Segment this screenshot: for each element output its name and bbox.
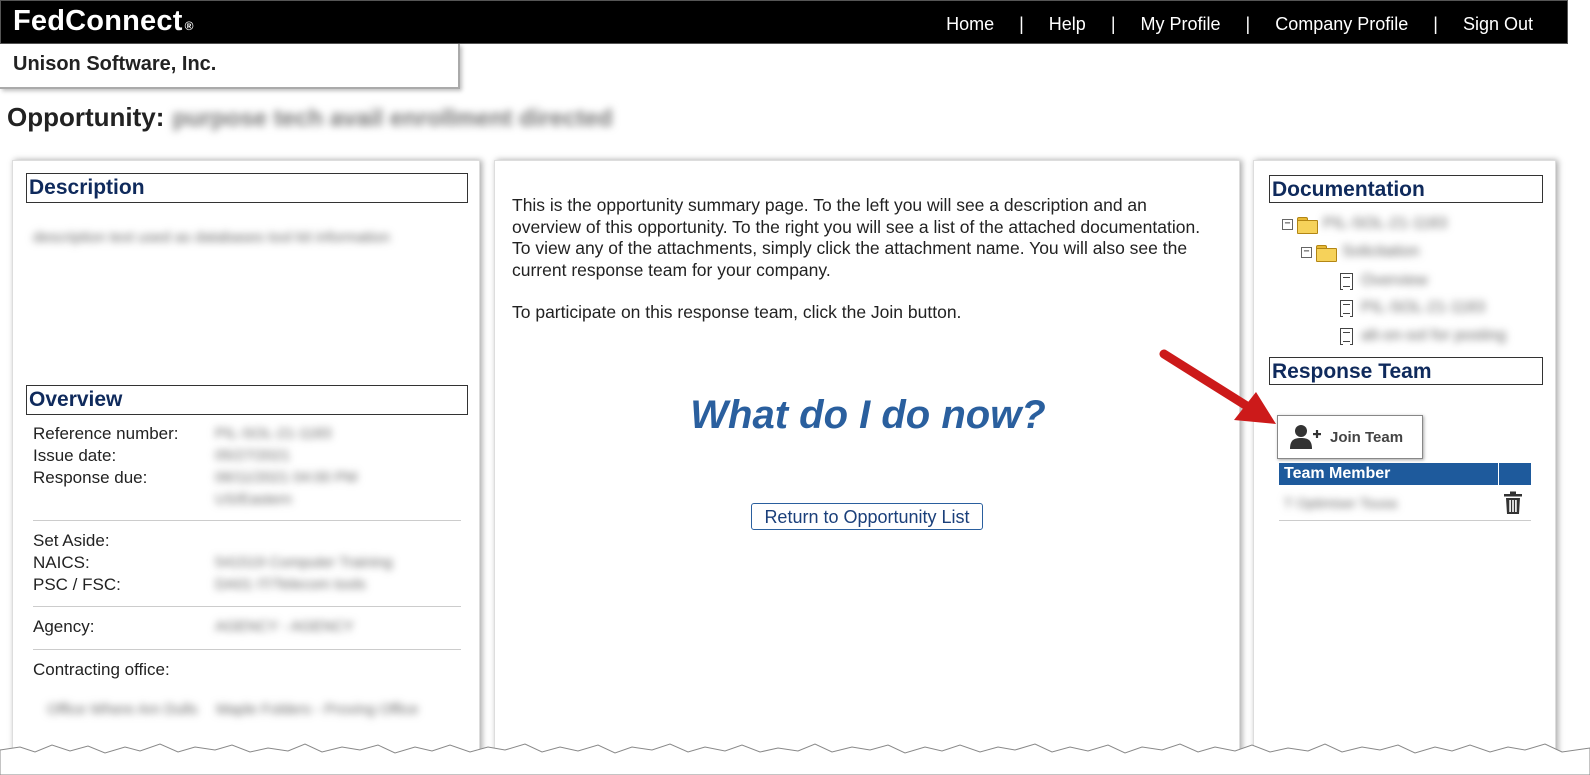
nav-company-profile-link[interactable]: Company Profile [1275, 14, 1408, 35]
what-now-heading: What do I do now? [690, 393, 1046, 437]
page-title: Opportunity: purpose tech avail enrollmen… [7, 102, 613, 133]
brand-registered-mark: ® [184, 19, 194, 33]
brand-name: FedConnect [13, 5, 183, 37]
overview-row: Reference number: PIL-SOL-21-1183 [33, 423, 461, 445]
nav-separator: | [1433, 14, 1438, 34]
nav-separator: | [1019, 14, 1024, 34]
tree-file[interactable]: PIL-SOL-21-1183 [1340, 297, 1485, 319]
overview-row: NAICS: 541519 Computer Training [33, 552, 461, 574]
document-icon [1340, 299, 1353, 317]
response-due-timezone-label [33, 489, 215, 511]
table-row: T Optimiser Tousa [1279, 485, 1531, 521]
opportunity-name-redacted: purpose tech avail enrollment directed [172, 105, 613, 132]
response-due-value: 06/11/2021 04:00 PM [215, 469, 358, 486]
document-icon [1340, 327, 1353, 345]
nav-sign-out-link[interactable]: Sign Out [1463, 14, 1533, 35]
tree-label[interactable]: Solicitation [1342, 243, 1419, 261]
user-plus-icon [1290, 425, 1321, 449]
brand-logo[interactable]: FedConnect ® [13, 5, 194, 38]
join-team-label: Join Team [1330, 428, 1404, 446]
collapse-toggle-icon[interactable]: − [1282, 218, 1293, 230]
actions-column-header [1499, 463, 1531, 485]
document-icon [1340, 272, 1353, 290]
psc-fsc-label: PSC / FSC: [33, 575, 121, 594]
contracting-office-line: Office Where Am Dulls [47, 701, 198, 718]
nav-home-link[interactable]: Home [946, 14, 994, 35]
folder-icon [1297, 216, 1318, 234]
description-title: Description [26, 173, 468, 203]
join-instructions: To participate on this response team, cl… [512, 302, 962, 322]
overview-row: Contracting office: [33, 659, 461, 681]
description-text-redacted: description text used as databases tool … [33, 229, 390, 246]
reference-number-label: Reference number: [33, 424, 179, 443]
team-member-table: Team Member T Optimiser Tousa [1279, 463, 1531, 521]
contracting-office-line: Maple Folders - Proving Office [216, 701, 419, 718]
trash-icon[interactable] [1503, 491, 1523, 515]
documentation-title: Documentation [1269, 175, 1543, 203]
overview-row: Issue date: 05/27/2021 [33, 445, 461, 467]
psc-fsc-value: DA01 IT/Telecom tools [215, 576, 366, 593]
agency-label: Agency: [33, 617, 95, 636]
tree-file[interactable]: alt-on-sol for posting [1340, 325, 1506, 347]
middle-panel: This is the opportunity summary page. To… [494, 160, 1240, 775]
tree-folder-solicitation[interactable]: − Solicitation [1301, 241, 1419, 263]
overview-row: PSC / FSC: DA01 IT/Telecom tools [33, 574, 461, 596]
return-to-opportunity-list-button[interactable]: Return to Opportunity List [751, 503, 983, 530]
summary-paragraph: This is the opportunity summary page. To… [512, 195, 1201, 280]
reference-number-value: PIL-SOL-21-1183 [215, 425, 332, 442]
overview-group-agency: Agency: AGENCY - AGENCY [33, 616, 461, 650]
left-panel: Description description text used as dat… [12, 160, 480, 775]
attachment-link[interactable]: PIL-SOL-21-1183 [1361, 299, 1485, 317]
agency-value: AGENCY - AGENCY [215, 618, 354, 635]
response-due-label: Response due: [33, 468, 148, 487]
overview-group-classification: Set Aside: NAICS: 541519 Computer Traini… [33, 530, 461, 607]
overview-row: Set Aside: [33, 530, 461, 552]
table-header: Team Member [1279, 463, 1531, 485]
overview-group-dates: Reference number: PIL-SOL-21-1183 Issue … [33, 423, 461, 521]
set-aside-label: Set Aside: [33, 531, 110, 550]
join-team-button[interactable]: Join Team [1277, 415, 1423, 459]
issue-date-label: Issue date: [33, 446, 117, 465]
nav-help-link[interactable]: Help [1049, 14, 1086, 35]
collapse-toggle-icon[interactable]: − [1301, 246, 1312, 258]
overview-title: Overview [26, 385, 468, 415]
response-team-title: Response Team [1269, 357, 1543, 385]
top-nav: Home | Help | My Profile | Company Profi… [946, 14, 1533, 35]
tree-file[interactable]: Overview [1340, 270, 1428, 292]
annotation-arrow-icon [1159, 349, 1276, 424]
nav-separator: | [1245, 14, 1251, 34]
overview-row: Response due: 06/11/2021 04:00 PM [33, 467, 461, 489]
overview-row: US/Eastern [33, 489, 461, 511]
summary-text: This is the opportunity summary page. To… [512, 195, 1212, 345]
folder-icon [1316, 244, 1337, 262]
naics-label: NAICS: [33, 553, 90, 572]
nav-separator: | [1110, 14, 1116, 34]
team-member-column-header: Team Member [1279, 463, 1499, 485]
torn-edge-decoration [0, 743, 1590, 775]
team-member-name: T Optimiser Tousa [1284, 494, 1398, 511]
issue-date-value: 05/27/2021 [215, 447, 291, 464]
overview-row: Agency: AGENCY - AGENCY [33, 616, 461, 638]
opportunity-label: Opportunity: [7, 102, 165, 132]
tree-folder-root[interactable]: − PIL-SOL-21-1183 [1282, 213, 1447, 235]
naics-value: 541519 Computer Training [215, 554, 393, 571]
attachment-link[interactable]: Overview [1361, 272, 1428, 290]
right-panel: Documentation − PIL-SOL-21-1183 − Solici… [1253, 160, 1556, 775]
tree-label[interactable]: PIL-SOL-21-1183 [1323, 215, 1447, 233]
contracting-office-label: Contracting office: [33, 660, 170, 679]
response-due-timezone-value: US/Eastern [215, 491, 292, 508]
top-bar: FedConnect ® Home | Help | My Profile | C… [0, 0, 1568, 44]
attachment-link[interactable]: alt-on-sol for posting [1361, 327, 1506, 345]
nav-my-profile-link[interactable]: My Profile [1141, 14, 1221, 35]
company-name: Unison Software, Inc. [0, 44, 460, 89]
